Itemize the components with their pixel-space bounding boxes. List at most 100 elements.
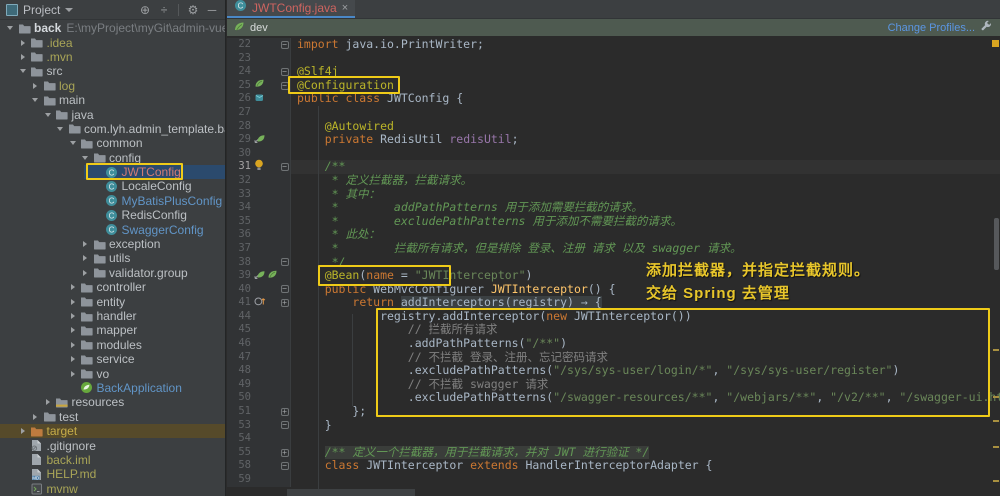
fold-collapse-icon[interactable]: − (280, 258, 289, 267)
line-number[interactable]: 48 (227, 364, 251, 378)
tree-item-MyBatisPlusConfig[interactable]: C MyBatisPlusConfig (0, 194, 225, 208)
tree-item-.gitignore[interactable]: .gitignore (0, 438, 225, 453)
tree-item-com.lyh.admin_template.back[interactable]: com.lyh.admin_template.back (0, 122, 225, 136)
chevron-collapsed-icon[interactable] (42, 399, 54, 406)
tree-item-BackApplication[interactable]: BackApplication (0, 381, 225, 395)
chevron-expanded-icon[interactable] (54, 126, 66, 131)
spring-bean-alt-gutter-icon[interactable] (254, 92, 265, 107)
fold-collapse-icon[interactable]: − (280, 40, 289, 49)
tree-item-.idea[interactable]: .idea (0, 35, 225, 50)
line-number[interactable]: 46 (227, 337, 251, 351)
code-line-39[interactable]: 39 @Bean(name = "JWTInterceptor") (227, 269, 1000, 283)
code-line-47[interactable]: 47 // 不拦截 登录、注册、忘记密码请求 (227, 350, 1000, 365)
tree-item-.mvn[interactable]: .mvn (0, 50, 225, 64)
tree-item-main[interactable]: main (0, 93, 225, 107)
line-number[interactable]: 27 (227, 105, 251, 120)
tree-item-handler[interactable]: handler (0, 309, 225, 323)
code-line-37[interactable]: 37 * 拦截所有请求，但是排除 登录、注册 请求 以及 swagger 请求。 (227, 241, 1000, 256)
close-icon[interactable]: × (342, 2, 348, 14)
tree-item-HELP.md[interactable]: MD HELP.md (0, 467, 225, 481)
line-number[interactable]: 53 (227, 418, 251, 433)
line-number[interactable]: 58 (227, 459, 251, 473)
chevron-collapsed-icon[interactable] (29, 82, 41, 89)
line-number[interactable]: 25 (227, 78, 251, 93)
fold-collapse-icon[interactable]: − (280, 81, 289, 90)
line-number[interactable]: 30 (227, 146, 251, 161)
chevron-collapsed-icon[interactable] (67, 370, 79, 377)
line-number[interactable]: 26 (227, 92, 251, 106)
chevron-collapsed-icon[interactable] (67, 313, 79, 319)
line-number[interactable]: 47 (227, 350, 251, 365)
tree-item-mapper[interactable]: mapper (0, 323, 225, 337)
tree-item-common[interactable]: common (0, 136, 225, 150)
spring-bean-gutter-icon[interactable] (267, 269, 278, 284)
code-line-35[interactable]: 35 * excludePathPatterns 用于添加不需要拦截的请求。 (227, 214, 1000, 229)
code-line-31[interactable]: 31 − /** (227, 160, 1000, 174)
code-line-54[interactable]: 54 (227, 432, 1000, 446)
chevron-collapsed-icon[interactable] (79, 241, 91, 248)
chevron-collapsed-icon[interactable] (79, 255, 91, 262)
line-number[interactable]: 23 (227, 51, 251, 66)
collapse-all-icon[interactable]: ÷ (157, 4, 171, 16)
code-line-27[interactable]: 27 (227, 105, 1000, 120)
scrollbar-thumb[interactable] (994, 218, 999, 270)
tree-item-utils[interactable]: utils (0, 251, 225, 265)
code-line-29[interactable]: 29 private RedisUtil redisUtil; (227, 133, 1000, 147)
code-line-40[interactable]: 40 − public WebMvcConfigurer JWTIntercept… (227, 282, 1000, 297)
code-line-30[interactable]: 30 (227, 146, 1000, 161)
code-line-55[interactable]: 55 + /** 定义一个拦截器，用于拦截请求，并对 JWT 进行验证 */ (227, 445, 1000, 460)
tree-item-mvnw[interactable]: mvnw (0, 482, 225, 496)
tree-item-back[interactable]: back E:\myProject\myGit\admin-vue-templat… (0, 21, 225, 35)
code-editor[interactable]: 22− import java.io.PrintWriter; 23 24− @Slf4… (227, 36, 1000, 496)
line-number[interactable]: 34 (227, 201, 251, 215)
chevron-expanded-icon[interactable] (4, 26, 16, 31)
code-line-24[interactable]: 24 − @Slf4j (227, 65, 1000, 79)
code-line-50[interactable]: 50 .excludePathPatterns("/swagger-resour… (227, 391, 1000, 406)
error-stripe-mark[interactable] (993, 349, 999, 351)
tree-item-entity[interactable]: entity (0, 294, 225, 309)
line-number[interactable]: 22 (227, 38, 251, 52)
tree-item-config[interactable]: config (0, 151, 225, 165)
code-line-23[interactable]: 23 (227, 51, 1000, 66)
tree-item-controller[interactable]: controller (0, 280, 225, 294)
code-line-58[interactable]: 58 − class JWTInterceptor extends Handler… (227, 459, 1000, 473)
code-line-25[interactable]: 25 − @Configuration (227, 78, 1000, 93)
chevron-collapsed-icon[interactable] (79, 269, 91, 276)
wrench-icon[interactable] (980, 19, 992, 37)
tree-item-target[interactable]: target (0, 423, 225, 439)
code-line-45[interactable]: 45 // 拦截所有请求 (227, 323, 1000, 338)
override-gutter-icon[interactable] (254, 295, 266, 311)
code-line-49[interactable]: 49 // 不拦截 swagger 请求 (227, 377, 1000, 392)
line-number[interactable]: 37 (227, 241, 251, 256)
code-line-48[interactable]: 48 .excludePathPatterns("/sys/sys-user/l… (227, 364, 1000, 378)
tree-item-modules[interactable]: modules (0, 338, 225, 352)
fold-expand-icon[interactable]: + (280, 448, 289, 457)
line-number[interactable]: 28 (227, 119, 251, 134)
line-number[interactable]: 29 (227, 133, 251, 147)
code-line-32[interactable]: 32 * 定义拦截器，拦截请求。 (227, 173, 1000, 188)
line-number[interactable]: 32 (227, 173, 251, 188)
fold-expand-icon[interactable]: + (280, 407, 289, 416)
line-number[interactable]: 31 (227, 160, 251, 174)
tree-item-java[interactable]: java (0, 107, 225, 122)
fold-collapse-icon[interactable]: − (280, 462, 289, 471)
locate-icon[interactable]: ⊕ (138, 4, 152, 16)
line-number[interactable]: 50 (227, 391, 251, 406)
line-number[interactable]: 38 (227, 255, 251, 270)
code-line-22[interactable]: 22 − import java.io.PrintWriter; (227, 38, 1000, 52)
chevron-collapsed-icon[interactable] (17, 428, 29, 435)
fold-collapse-icon[interactable]: − (280, 421, 289, 430)
code-line-36[interactable]: 36 * 此处： (227, 228, 1000, 242)
autowired-leaf-gutter-icon[interactable] (254, 133, 266, 148)
code-line-33[interactable]: 33 * 其中： (227, 187, 1000, 202)
tree-item-service[interactable]: service (0, 352, 225, 366)
code-line-59[interactable]: 59 (227, 473, 1000, 487)
line-number[interactable]: 33 (227, 187, 251, 202)
chevron-collapsed-icon[interactable] (17, 53, 29, 60)
code-line-26[interactable]: 26 public class JWTConfig { (227, 92, 1000, 106)
chevron-collapsed-icon[interactable] (67, 284, 79, 291)
tree-item-exception[interactable]: exception (0, 237, 225, 251)
tree-item-LocaleConfig[interactable]: C LocaleConfig (0, 179, 225, 193)
code-line-44[interactable]: 44 registry.addInterceptor(new JWTInterc… (227, 309, 1000, 324)
error-stripe-mark[interactable] (993, 480, 999, 482)
